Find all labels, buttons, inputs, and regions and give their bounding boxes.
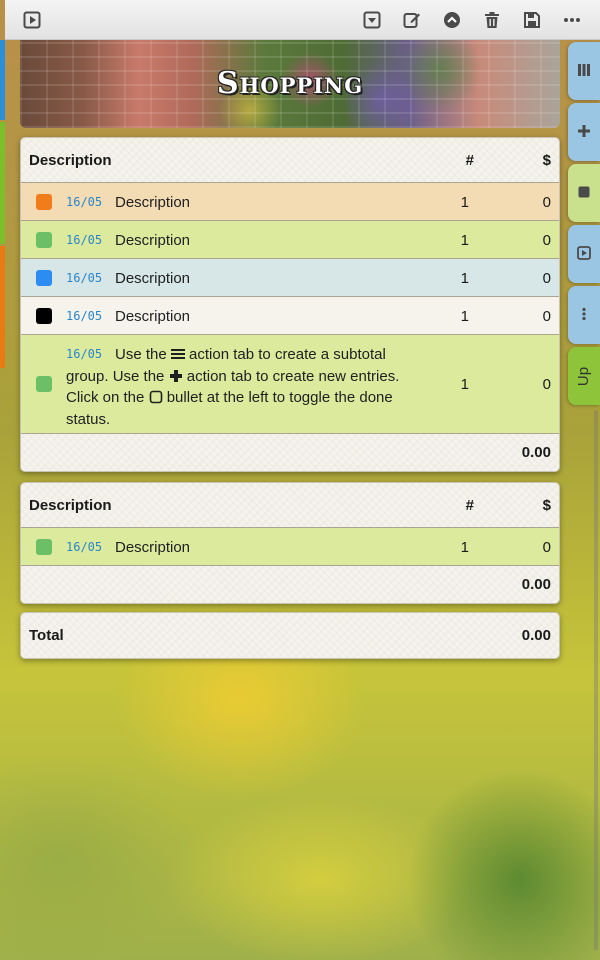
entry-description[interactable]: Description <box>115 308 190 325</box>
entry-qty[interactable]: 1 <box>461 194 469 211</box>
columns-icon <box>577 62 591 81</box>
play-icon <box>577 245 591 264</box>
plus-icon <box>169 368 183 385</box>
entry-description[interactable]: Description <box>115 539 190 556</box>
subtotal-amount: 0.00 <box>521 576 551 593</box>
entry-price[interactable]: 0 <box>543 308 551 325</box>
play-tab[interactable] <box>568 225 600 283</box>
done-bullet[interactable] <box>36 194 52 210</box>
help-description[interactable]: Use the action tab to create a subtotal … <box>66 344 406 430</box>
list-item[interactable]: 16/05 Description 1 0 <box>21 221 559 259</box>
add-entry-tab[interactable] <box>568 103 600 161</box>
top-toolbar <box>5 0 600 40</box>
dropdown-icon[interactable] <box>361 9 383 31</box>
entry-date: 16/05 <box>66 540 103 554</box>
up-tab[interactable]: Up <box>568 347 600 405</box>
banner-image: Shopping <box>20 40 560 128</box>
left-stripe-orange <box>0 246 5 368</box>
total-row: Total 0.00 <box>21 613 559 658</box>
total-amount: 0.00 <box>521 627 551 644</box>
list-item[interactable]: 16/05 Description 1 0 <box>21 183 559 221</box>
list-item[interactable]: 16/05 Description 1 0 <box>21 259 559 297</box>
entry-price[interactable]: 0 <box>543 270 551 287</box>
entry-description[interactable]: Description <box>115 232 190 249</box>
total-card: Total 0.00 <box>20 612 560 659</box>
left-stripe-green <box>0 122 5 244</box>
qty-column-header: # <box>465 497 474 514</box>
done-bullet[interactable] <box>36 308 52 324</box>
entry-qty[interactable]: 1 <box>461 308 469 325</box>
entry-date: 16/05 <box>66 195 103 209</box>
menu-icon <box>170 346 185 363</box>
done-bullet[interactable] <box>36 539 52 555</box>
trash-icon[interactable] <box>481 9 503 31</box>
group-header: Description # $ <box>21 483 559 528</box>
more-icon[interactable] <box>561 9 583 31</box>
up-tab-label: Up <box>575 366 593 386</box>
square-outline-icon <box>149 389 163 406</box>
page-title: Shopping <box>216 66 364 101</box>
entry-qty[interactable]: 1 <box>461 232 469 249</box>
save-icon[interactable] <box>521 9 543 31</box>
stop-tab[interactable] <box>568 164 600 222</box>
total-label: Total <box>29 627 64 644</box>
up-icon[interactable] <box>441 9 463 31</box>
subtotal-row: 0.00 <box>21 566 559 603</box>
entry-qty[interactable]: 1 <box>461 270 469 287</box>
list-item[interactable]: 16/05 Description 1 0 <box>21 297 559 335</box>
menu-tab[interactable] <box>568 286 600 344</box>
entry-date: 16/05 <box>66 271 103 285</box>
entry-date: 16/05 <box>66 309 103 323</box>
price-column-header: $ <box>542 152 551 169</box>
subtotal-amount: 0.00 <box>521 444 551 461</box>
subtotal-group-1: Description # $ 16/05 Description 1 0 16… <box>20 137 560 472</box>
done-bullet[interactable] <box>36 270 52 286</box>
entry-price[interactable]: 0 <box>543 376 551 393</box>
group-header: Description # $ <box>21 138 559 183</box>
subtotal-group-2: Description # $ 16/05 Description 1 0 0.… <box>20 482 560 604</box>
price-column-header: $ <box>542 497 551 514</box>
entry-description[interactable]: Description <box>115 194 190 211</box>
qty-column-header: # <box>465 152 474 169</box>
help-text-1: Use the <box>115 346 167 363</box>
subtotal-row: 0.00 <box>21 434 559 471</box>
entry-description[interactable]: Description <box>115 270 190 287</box>
edit-icon[interactable] <box>401 9 423 31</box>
list-item[interactable]: 16/05 Description 1 0 <box>21 528 559 566</box>
vertical-ellipsis-icon <box>577 306 591 325</box>
play-icon[interactable] <box>21 9 43 31</box>
done-bullet[interactable] <box>36 376 52 392</box>
entry-price[interactable]: 0 <box>543 232 551 249</box>
entry-price[interactable]: 0 <box>543 194 551 211</box>
square-icon <box>577 184 591 203</box>
entry-date: 16/05 <box>66 233 103 247</box>
help-list-item[interactable]: 16/05 Use the action tab to create a sub… <box>21 335 559 434</box>
description-column-header: Description <box>29 152 112 169</box>
description-column-header: Description <box>29 497 112 514</box>
entry-qty[interactable]: 1 <box>461 539 469 556</box>
done-bullet[interactable] <box>36 232 52 248</box>
plus-icon <box>577 123 591 142</box>
scrollbar[interactable] <box>594 410 598 950</box>
columns-tab[interactable] <box>568 42 600 100</box>
left-stripe-blue <box>0 40 5 120</box>
entry-price[interactable]: 0 <box>543 539 551 556</box>
entry-qty[interactable]: 1 <box>461 376 469 393</box>
